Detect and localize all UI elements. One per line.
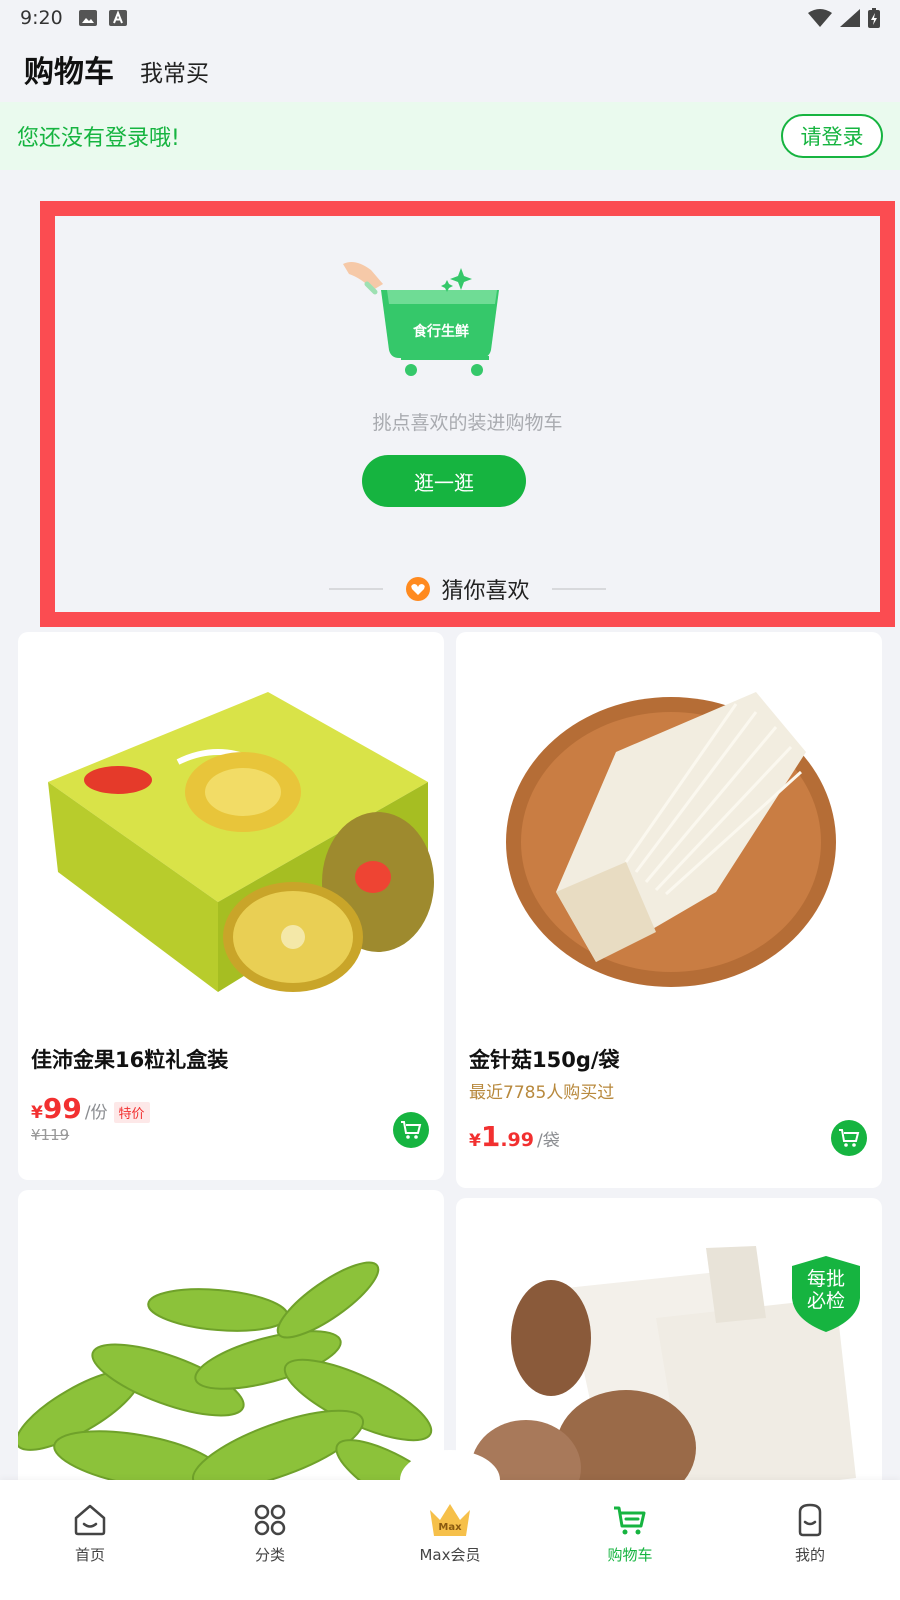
page-title: 购物车 (24, 55, 114, 90)
product-name: 佳沛金果16粒礼盒装 (31, 1048, 229, 1072)
nav-category[interactable]: 分类 (180, 1480, 360, 1600)
divider (551, 588, 606, 590)
quality-badge-text: 每批必检 (806, 1268, 845, 1312)
add-to-cart-button[interactable] (831, 1120, 867, 1156)
original-price: ¥119 (31, 1126, 70, 1144)
wifi-icon (808, 9, 832, 27)
product-card[interactable]: 金针菇150g/袋 最近7785人购买过 ¥ 1 .99 /袋 (456, 632, 882, 1188)
nav-label: 首页 (74, 1546, 105, 1564)
status-bar: 9:20 (0, 0, 900, 36)
quality-badge: 每批必检 (792, 1256, 860, 1332)
login-banner: 您还没有登录哦! 请登录 (0, 102, 900, 170)
price-value: 1 (480, 1120, 501, 1153)
header: 购物车 我常买 (0, 36, 900, 102)
profile-icon (798, 1503, 822, 1537)
price-decimal: .99 (500, 1129, 534, 1151)
product-card[interactable]: 每批必检 (456, 1198, 882, 1520)
brand-text: 食行生鲜 (413, 323, 469, 340)
status-time: 9:20 (20, 7, 63, 29)
product-image-edamame (18, 1261, 444, 1520)
product-image-kiwi-box (48, 692, 434, 992)
font-icon (108, 10, 127, 26)
cart-icon (614, 1506, 646, 1535)
crown-icon: Max (430, 1504, 470, 1536)
price-currency: ¥ (469, 1131, 481, 1151)
nav-label: Max会员 (419, 1546, 481, 1564)
sale-tag: 特价 (113, 1102, 150, 1123)
cart-icon (839, 1129, 860, 1147)
empty-cart-section: 食行生鲜 挑点喜欢的装进购物车 逛一逛 猜你喜欢 (40, 201, 895, 627)
price-unit: /袋 (537, 1131, 560, 1151)
product-card[interactable] (18, 1190, 444, 1520)
add-to-cart-button[interactable] (393, 1112, 429, 1148)
nav-profile[interactable]: 我的 (720, 1480, 900, 1600)
price-currency: ¥ (31, 1103, 43, 1123)
login-message: 您还没有登录哦! (17, 126, 180, 151)
login-button[interactable]: 请登录 (781, 114, 883, 158)
nav-cart[interactable]: 购物车 (540, 1480, 720, 1600)
nav-home[interactable]: 首页 (0, 1480, 180, 1600)
price-unit: /份 (84, 1103, 108, 1123)
recommend-title: 猜你喜欢 (441, 579, 530, 604)
divider (329, 588, 384, 590)
price-row: ¥ 99 /份 特价 (31, 1092, 150, 1125)
battery-icon (868, 8, 880, 28)
crown-text: Max (438, 1522, 462, 1533)
recommend-header: 猜你喜欢 (55, 573, 880, 605)
nav-label: 购物车 (607, 1546, 653, 1564)
empty-cart-illustration: 食行生鲜 (343, 262, 499, 376)
price-value: 99 (42, 1092, 82, 1125)
product-name: 金针菇150g/袋 (469, 1048, 620, 1072)
nav-label: 我的 (794, 1546, 825, 1564)
nav-max-member[interactable]: Max Max会员 (360, 1480, 540, 1600)
product-image-enoki (506, 692, 836, 987)
browse-button[interactable]: 逛一逛 (362, 455, 526, 507)
purchase-count: 最近7785人购买过 (469, 1083, 615, 1103)
price-row: ¥ 1 .99 /袋 (469, 1120, 560, 1153)
tab-frequent-buys[interactable]: 我常买 (140, 54, 209, 88)
nav-label: 分类 (254, 1546, 285, 1564)
heart-icon (406, 577, 431, 601)
product-card[interactable]: 佳沛金果16粒礼盒装 ¥ 99 /份 特价 ¥119 (18, 632, 444, 1180)
bottom-nav: 首页 分类 Max Max会员 购物车 我的 (0, 1450, 900, 1600)
home-icon (74, 1504, 106, 1536)
cart-icon (401, 1121, 422, 1139)
empty-cart-text: 挑点喜欢的装进购物车 (372, 412, 563, 434)
product-image-king-oyster-mushroom (471, 1246, 856, 1516)
signal-icon (840, 9, 860, 27)
image-icon (78, 10, 97, 26)
category-icon (254, 1504, 286, 1536)
